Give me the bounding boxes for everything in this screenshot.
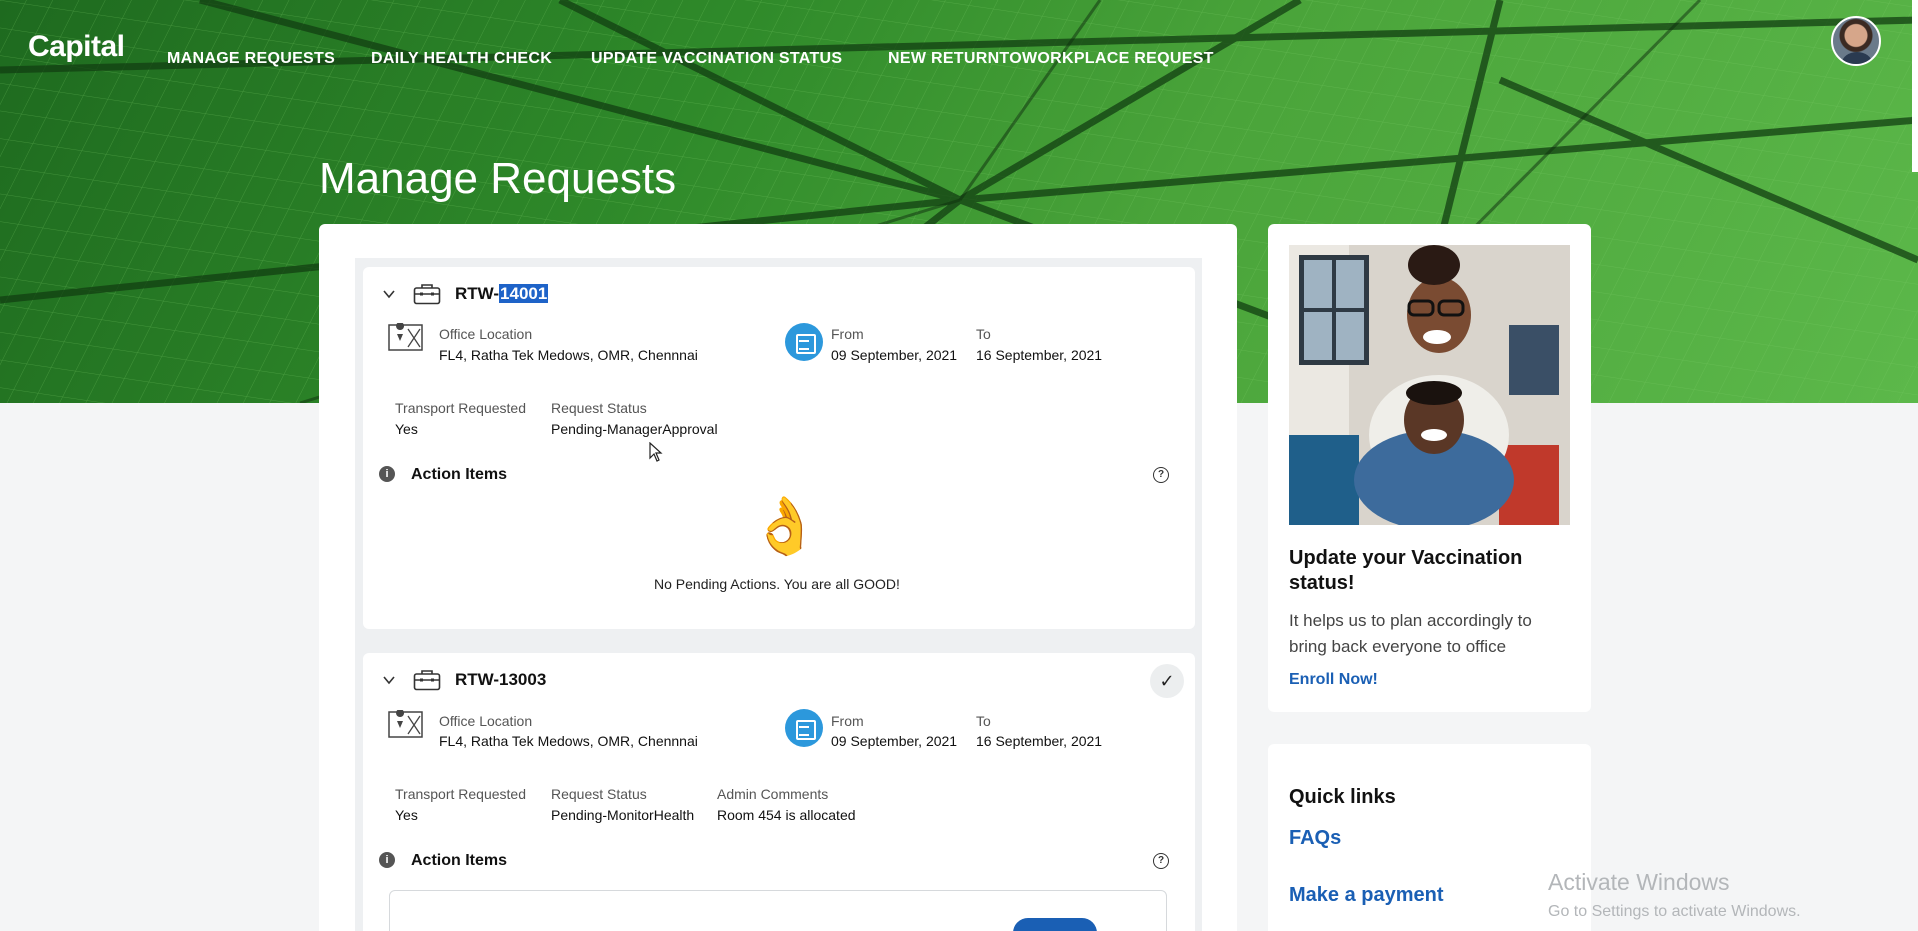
request-status-value: Pending-MonitorHealth bbox=[551, 807, 695, 823]
from-label: From bbox=[831, 713, 864, 729]
from-date: 09 September, 2021 bbox=[831, 347, 958, 363]
calendar-icon bbox=[785, 323, 823, 361]
transport-requested-value: Yes bbox=[395, 421, 418, 437]
transport-requested-label: Transport Requested bbox=[395, 786, 526, 802]
request-status-label: Request Status bbox=[551, 400, 647, 416]
from-label: From bbox=[831, 326, 864, 342]
admin-comments-label: Admin Comments bbox=[717, 786, 829, 802]
transport-requested-label: Transport Requested bbox=[395, 400, 526, 416]
nav-update-vaccination-status[interactable]: UPDATE VACCINATION STATUS bbox=[591, 50, 842, 68]
request-id-prefix: RTW- bbox=[455, 284, 500, 303]
faqs-link[interactable]: FAQs bbox=[1289, 827, 1341, 850]
map-location-icon bbox=[388, 323, 423, 351]
capital-logo[interactable]: Capital bbox=[28, 30, 125, 64]
enroll-now-link[interactable]: Enroll Now! bbox=[1289, 671, 1378, 689]
nav-daily-health-check[interactable]: DAILY HEALTH CHECK bbox=[371, 50, 552, 68]
to-label: To bbox=[976, 713, 991, 729]
no-pending-actions-message: No Pending Actions. You are all GOOD! bbox=[654, 576, 900, 592]
to-date: 16 September, 2021 bbox=[976, 733, 1103, 749]
quick-links-title: Quick links bbox=[1289, 786, 1396, 808]
office-location-value: FL4, Ratha Tek Medows, OMR, Chennnai bbox=[439, 347, 698, 363]
top-navigation: Capital MANAGE REQUESTS DAILY HEALTH CHE… bbox=[0, 0, 1918, 80]
request-id[interactable]: RTW-13003 bbox=[455, 670, 546, 690]
office-location-value: FL4, Ratha Tek Medows, OMR, Chennnai bbox=[439, 733, 698, 749]
info-icon: i bbox=[379, 466, 395, 482]
chevron-down-icon[interactable] bbox=[382, 287, 396, 301]
calendar-icon bbox=[785, 709, 823, 747]
mouse-cursor-icon bbox=[649, 442, 663, 462]
request-id[interactable]: RTW-14001 bbox=[455, 284, 549, 304]
map-location-icon bbox=[388, 710, 423, 738]
nav-manage-requests[interactable]: MANAGE REQUESTS bbox=[167, 50, 335, 68]
ok-hand-icon: 👌 bbox=[750, 494, 820, 557]
nav-new-returntoworkplace-request[interactable]: NEW RETURNTOWORKPLACE REQUEST bbox=[888, 50, 1214, 68]
window-edge bbox=[1912, 0, 1918, 172]
transport-requested-value: Yes bbox=[395, 807, 418, 823]
check-icon[interactable]: ✓ bbox=[1150, 664, 1184, 698]
request-status-value: Pending-ManagerApproval bbox=[551, 421, 718, 437]
people-photo bbox=[1289, 245, 1570, 525]
make-a-payment-link[interactable]: Make a payment bbox=[1289, 884, 1444, 907]
activate-windows-watermark: Activate Windows bbox=[1548, 869, 1730, 895]
request-card bbox=[363, 267, 1195, 629]
info-icon: i bbox=[379, 852, 395, 868]
vaccination-promo-image bbox=[1289, 245, 1570, 525]
activate-windows-hint: Go to Settings to activate Windows. bbox=[1548, 903, 1801, 920]
to-label: To bbox=[976, 326, 991, 342]
from-date: 09 September, 2021 bbox=[831, 733, 958, 749]
page-title: Manage Requests bbox=[319, 154, 677, 203]
user-avatar[interactable] bbox=[1831, 16, 1881, 66]
action-items-title: Action Items bbox=[411, 466, 508, 483]
help-icon[interactable]: ? bbox=[1153, 853, 1169, 869]
vaccination-heading: Update your Vaccination status! bbox=[1289, 547, 1523, 594]
vaccination-description: It helps us to plan accordingly to bring… bbox=[1289, 611, 1532, 656]
to-date: 16 September, 2021 bbox=[976, 347, 1103, 363]
action-item-button[interactable] bbox=[1013, 918, 1097, 931]
office-location-label: Office Location bbox=[439, 713, 533, 729]
request-id-number-selected: 14001 bbox=[499, 284, 549, 303]
admin-comments-value: Room 454 is allocated bbox=[717, 807, 856, 823]
office-location-label: Office Location bbox=[439, 326, 533, 342]
briefcase-icon bbox=[413, 670, 441, 691]
help-icon[interactable]: ? bbox=[1153, 467, 1169, 483]
chevron-down-icon[interactable] bbox=[382, 673, 396, 687]
briefcase-icon bbox=[413, 284, 441, 305]
request-status-label: Request Status bbox=[551, 786, 647, 802]
action-items-title: Action Items bbox=[411, 852, 508, 869]
